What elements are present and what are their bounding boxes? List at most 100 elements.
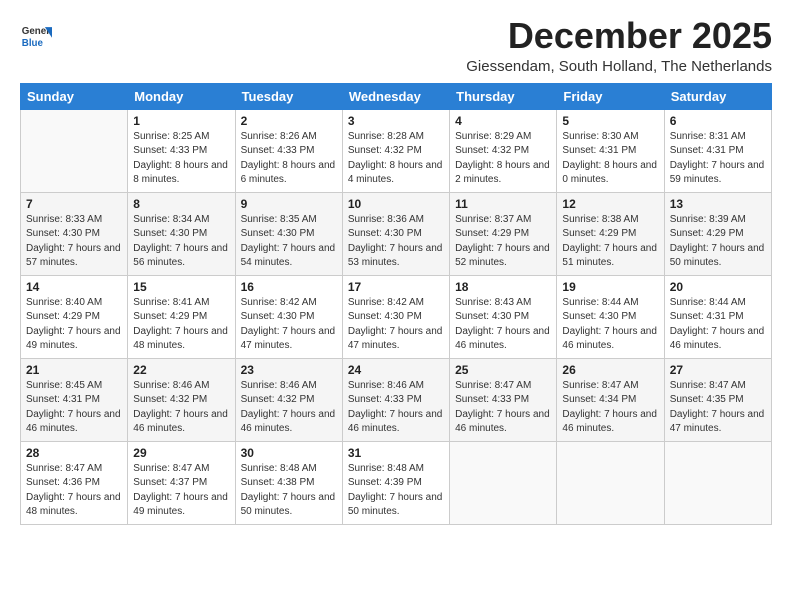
day-number: 1 xyxy=(133,114,229,128)
day-info: Sunrise: 8:48 AM Sunset: 4:39 PM Dayligh… xyxy=(348,462,444,520)
day-info: Sunrise: 8:25 AM Sunset: 4:33 PM Dayligh… xyxy=(133,130,229,188)
day-number: 13 xyxy=(670,197,766,211)
day-info: Sunrise: 8:33 AM Sunset: 4:30 PM Dayligh… xyxy=(26,213,122,271)
table-row: 19Sunrise: 8:44 AM Sunset: 4:30 PM Dayli… xyxy=(557,275,664,358)
table-row: 7 Sunrise: 8:33 AM Sunset: 4:30 PM Daylig… xyxy=(21,192,128,275)
calendar-body: 1 Sunrise: 8:25 AM Sunset: 4:33 PM Daylig… xyxy=(21,109,772,524)
day-info: Sunrise: 8:47 AM Sunset: 4:34 PM Dayligh… xyxy=(562,379,658,437)
table-row: 12 Sunrise: 8:38 AM Sunset: 4:29 PM Dayli… xyxy=(557,192,664,275)
table-row xyxy=(450,441,557,524)
calendar-header: Sunday Monday Tuesday Wednesday Thursday… xyxy=(21,83,772,109)
table-row: 8Sunrise: 8:34 AM Sunset: 4:30 PM Daylig… xyxy=(128,192,235,275)
table-row: 15 Sunrise: 8:41 AM Sunset: 4:29 PM Dayli… xyxy=(128,275,235,358)
header-tuesday: Tuesday xyxy=(235,83,342,109)
day-number: 25 xyxy=(455,363,551,377)
day-info: Sunrise: 8:43 AM Sunset: 4:30 PM Dayligh… xyxy=(455,296,551,354)
day-info: Sunrise: 8:46 AM Sunset: 4:32 PM Dayligh… xyxy=(133,379,229,437)
table-row: 23 Sunrise: 8:46 AM Sunset: 4:32 PM Dayli… xyxy=(235,358,342,441)
calendar-page: General Blue December 2025 Giessendam, S… xyxy=(0,0,792,612)
day-number: 14 xyxy=(26,280,122,294)
table-row: 14 Sunrise: 8:40 AM Sunset: 4:29 PM Dayli… xyxy=(21,275,128,358)
day-number: 16 xyxy=(241,280,337,294)
day-number: 27 xyxy=(670,363,766,377)
day-info: Sunrise: 8:36 AM Sunset: 4:30 PM Dayligh… xyxy=(348,213,444,271)
month-title: December 2025 xyxy=(466,16,772,56)
day-number: 21 xyxy=(26,363,122,377)
day-number: 9 xyxy=(241,197,337,211)
day-info: Sunrise: 8:35 AM Sunset: 4:30 PM Dayligh… xyxy=(241,213,337,271)
logo-icon: General Blue xyxy=(20,20,52,52)
day-info: Sunrise: 8:30 AM Sunset: 4:31 PM Dayligh… xyxy=(562,130,658,188)
day-number: 5 xyxy=(562,114,658,128)
day-info: Sunrise: 8:46 AM Sunset: 4:33 PM Dayligh… xyxy=(348,379,444,437)
table-row: 17Sunrise: 8:42 AM Sunset: 4:30 PM Dayli… xyxy=(342,275,449,358)
header-thursday: Thursday xyxy=(450,83,557,109)
table-row: 29 Sunrise: 8:47 AM Sunset: 4:37 PM Dayli… xyxy=(128,441,235,524)
table-row: 3 Sunrise: 8:28 AM Sunset: 4:32 PM Daylig… xyxy=(342,109,449,192)
table-row: 26Sunrise: 8:47 AM Sunset: 4:34 PM Dayli… xyxy=(557,358,664,441)
table-row xyxy=(557,441,664,524)
day-number: 19 xyxy=(562,280,658,294)
day-info: Sunrise: 8:37 AM Sunset: 4:29 PM Dayligh… xyxy=(455,213,551,271)
table-row: 22 Sunrise: 8:46 AM Sunset: 4:32 PM Dayli… xyxy=(128,358,235,441)
table-row: 21 Sunrise: 8:45 AM Sunset: 4:31 PM Dayli… xyxy=(21,358,128,441)
day-number: 28 xyxy=(26,446,122,460)
table-row: 11 Sunrise: 8:37 AM Sunset: 4:29 PM Dayli… xyxy=(450,192,557,275)
table-row: 20 Sunrise: 8:44 AM Sunset: 4:31 PM Dayli… xyxy=(664,275,771,358)
table-row: 1 Sunrise: 8:25 AM Sunset: 4:33 PM Daylig… xyxy=(128,109,235,192)
table-row: 16 Sunrise: 8:42 AM Sunset: 4:30 PM Dayli… xyxy=(235,275,342,358)
table-row: 4Sunrise: 8:29 AM Sunset: 4:32 PM Daylig… xyxy=(450,109,557,192)
table-row xyxy=(664,441,771,524)
day-number: 24 xyxy=(348,363,444,377)
day-number: 29 xyxy=(133,446,229,460)
logo: General Blue xyxy=(20,20,52,52)
day-number: 18 xyxy=(455,280,551,294)
day-info: Sunrise: 8:47 AM Sunset: 4:36 PM Dayligh… xyxy=(26,462,122,520)
day-info: Sunrise: 8:39 AM Sunset: 4:29 PM Dayligh… xyxy=(670,213,766,271)
day-number: 6 xyxy=(670,114,766,128)
table-row: 31Sunrise: 8:48 AM Sunset: 4:39 PM Dayli… xyxy=(342,441,449,524)
day-info: Sunrise: 8:48 AM Sunset: 4:38 PM Dayligh… xyxy=(241,462,337,520)
table-row: 28 Sunrise: 8:47 AM Sunset: 4:36 PM Dayli… xyxy=(21,441,128,524)
day-number: 7 xyxy=(26,197,122,211)
table-row xyxy=(21,109,128,192)
day-number: 10 xyxy=(348,197,444,211)
table-row: 5 Sunrise: 8:30 AM Sunset: 4:31 PM Daylig… xyxy=(557,109,664,192)
day-number: 20 xyxy=(670,280,766,294)
day-number: 17 xyxy=(348,280,444,294)
day-number: 11 xyxy=(455,197,551,211)
day-number: 23 xyxy=(241,363,337,377)
day-info: Sunrise: 8:46 AM Sunset: 4:32 PM Dayligh… xyxy=(241,379,337,437)
table-row: 6 Sunrise: 8:31 AM Sunset: 4:31 PM Daylig… xyxy=(664,109,771,192)
day-info: Sunrise: 8:38 AM Sunset: 4:29 PM Dayligh… xyxy=(562,213,658,271)
day-number: 3 xyxy=(348,114,444,128)
day-info: Sunrise: 8:47 AM Sunset: 4:37 PM Dayligh… xyxy=(133,462,229,520)
header-saturday: Saturday xyxy=(664,83,771,109)
day-info: Sunrise: 8:41 AM Sunset: 4:29 PM Dayligh… xyxy=(133,296,229,354)
day-info: Sunrise: 8:42 AM Sunset: 4:30 PM Dayligh… xyxy=(241,296,337,354)
table-row: 24 Sunrise: 8:46 AM Sunset: 4:33 PM Dayli… xyxy=(342,358,449,441)
day-info: Sunrise: 8:47 AM Sunset: 4:33 PM Dayligh… xyxy=(455,379,551,437)
table-row: 13 Sunrise: 8:39 AM Sunset: 4:29 PM Dayli… xyxy=(664,192,771,275)
day-number: 4 xyxy=(455,114,551,128)
table-row: 18 Sunrise: 8:43 AM Sunset: 4:30 PM Dayli… xyxy=(450,275,557,358)
day-number: 22 xyxy=(133,363,229,377)
title-area: December 2025 Giessendam, South Holland,… xyxy=(466,16,772,75)
day-info: Sunrise: 8:47 AM Sunset: 4:35 PM Dayligh… xyxy=(670,379,766,437)
table-row: 10 Sunrise: 8:36 AM Sunset: 4:30 PM Dayli… xyxy=(342,192,449,275)
header-friday: Friday xyxy=(557,83,664,109)
day-number: 12 xyxy=(562,197,658,211)
day-info: Sunrise: 8:44 AM Sunset: 4:31 PM Dayligh… xyxy=(670,296,766,354)
day-info: Sunrise: 8:40 AM Sunset: 4:29 PM Dayligh… xyxy=(26,296,122,354)
day-info: Sunrise: 8:45 AM Sunset: 4:31 PM Dayligh… xyxy=(26,379,122,437)
day-info: Sunrise: 8:31 AM Sunset: 4:31 PM Dayligh… xyxy=(670,130,766,188)
day-info: Sunrise: 8:28 AM Sunset: 4:32 PM Dayligh… xyxy=(348,130,444,188)
header-sunday: Sunday xyxy=(21,83,128,109)
table-row: 30 Sunrise: 8:48 AM Sunset: 4:38 PM Dayli… xyxy=(235,441,342,524)
table-row: 9 Sunrise: 8:35 AM Sunset: 4:30 PM Daylig… xyxy=(235,192,342,275)
day-info: Sunrise: 8:34 AM Sunset: 4:30 PM Dayligh… xyxy=(133,213,229,271)
day-number: 2 xyxy=(241,114,337,128)
day-number: 30 xyxy=(241,446,337,460)
header-wednesday: Wednesday xyxy=(342,83,449,109)
day-number: 15 xyxy=(133,280,229,294)
